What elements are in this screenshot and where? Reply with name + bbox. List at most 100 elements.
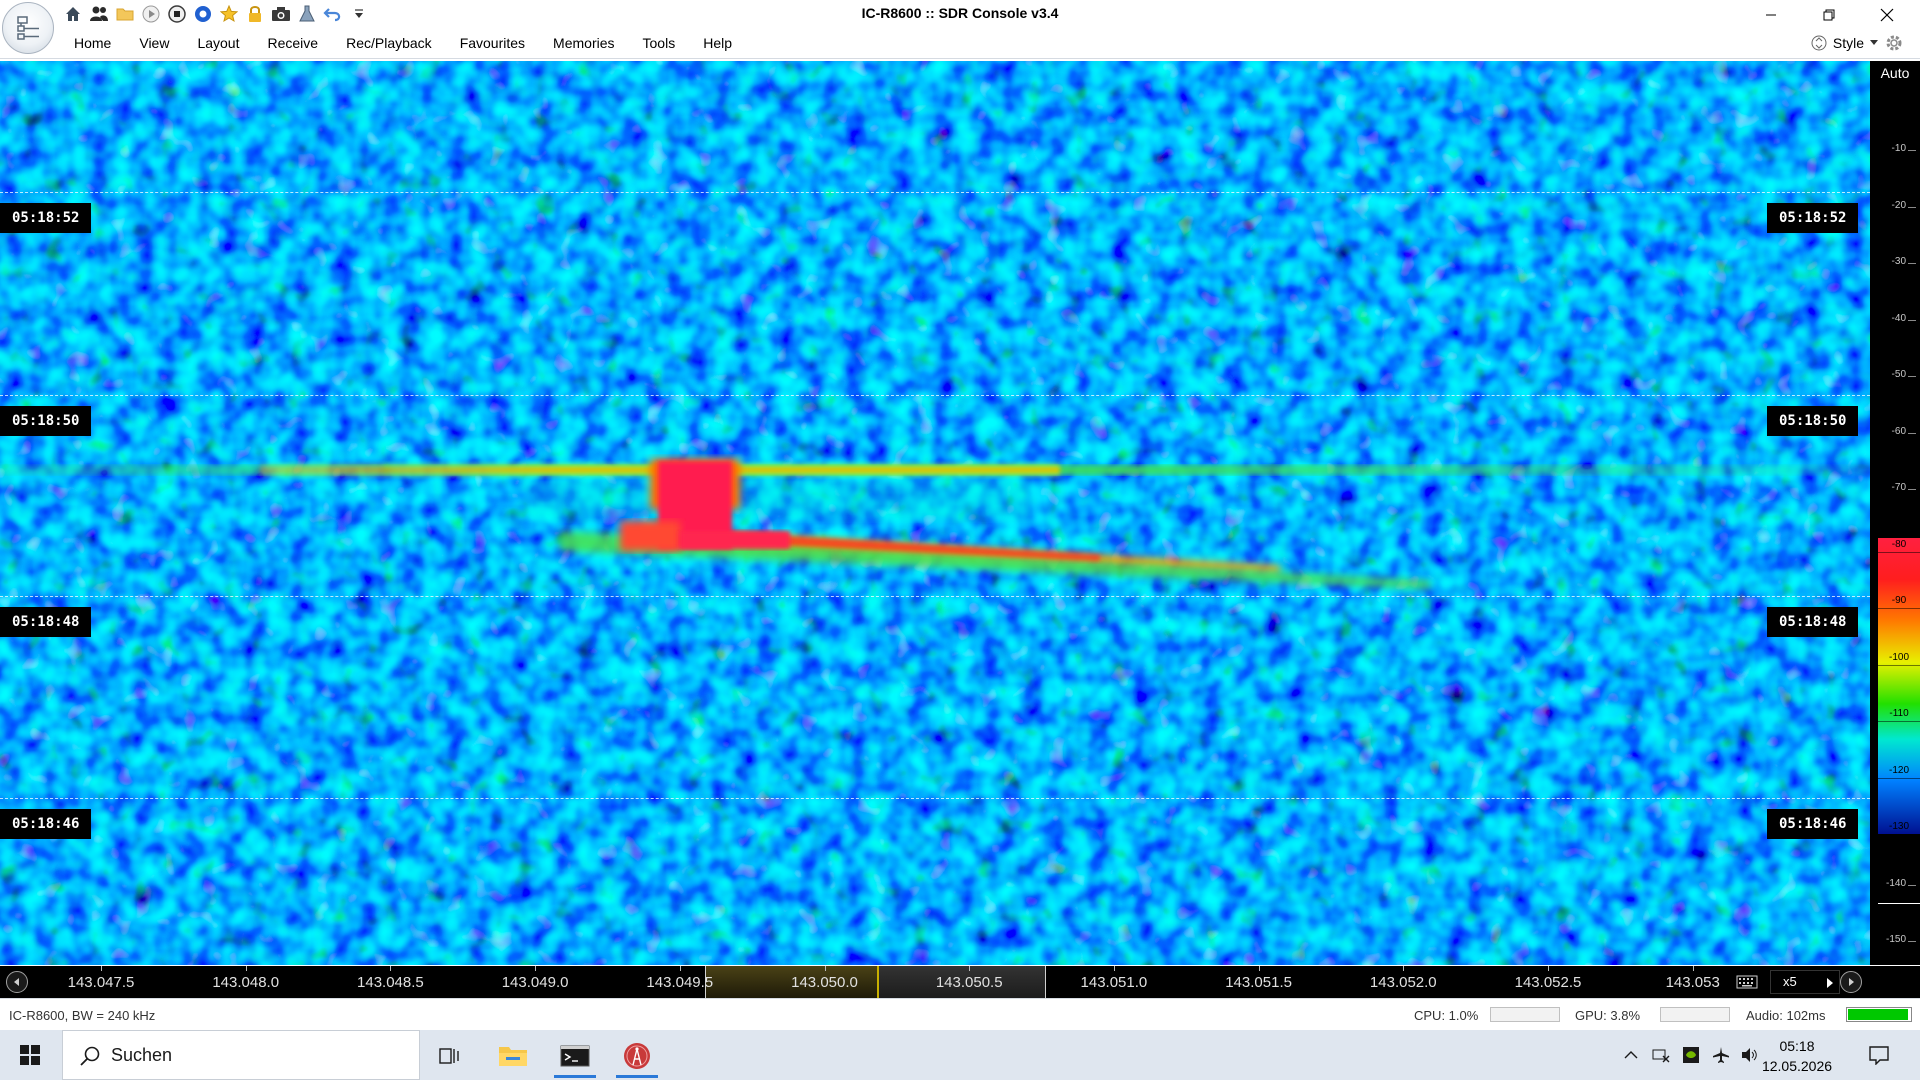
frequency-label: 143.049.5 bbox=[646, 974, 714, 991]
db-tick-label: -80 bbox=[1891, 538, 1907, 550]
time-gridline bbox=[0, 395, 1870, 396]
network-x-icon[interactable] bbox=[1650, 1044, 1672, 1066]
camera-icon[interactable] bbox=[270, 3, 291, 24]
scroll-left-button[interactable] bbox=[6, 971, 28, 993]
time-marker-right: 05:18:48 bbox=[1767, 607, 1859, 637]
waterfall-display[interactable]: 05:18:52 05:18:52 05:18:50 05:18:50 05:18:48… bbox=[0, 61, 1870, 965]
db-tick-label: -150 bbox=[1885, 934, 1906, 945]
search-icon bbox=[80, 1046, 100, 1066]
color-scale-floor-line bbox=[1878, 903, 1920, 904]
tuning-cursor[interactable] bbox=[877, 966, 879, 998]
db-tick-label: -20 bbox=[1891, 199, 1906, 211]
db-tick-label: -100 bbox=[1888, 651, 1909, 663]
dropdown-icon[interactable] bbox=[348, 3, 369, 24]
chevron-right-icon bbox=[1849, 978, 1854, 986]
system-clock[interactable]: 05:18 12.05.2026 bbox=[1752, 1036, 1842, 1076]
menu-rec-playback[interactable]: Rec/Playback bbox=[332, 29, 446, 59]
nvidia-icon[interactable] bbox=[1680, 1044, 1702, 1066]
gpu-meter bbox=[1660, 1007, 1730, 1022]
time-marker-left: 05:18:48 bbox=[0, 607, 92, 637]
device-status: IC-R8600, BW = 240 kHz bbox=[9, 1008, 156, 1023]
chevron-down-icon bbox=[1870, 40, 1878, 45]
close-button[interactable] bbox=[1864, 0, 1910, 29]
waterfall-image bbox=[0, 61, 1870, 965]
notification-icon[interactable] bbox=[1868, 1044, 1890, 1066]
folder-icon bbox=[499, 1047, 527, 1066]
start-button[interactable] bbox=[10, 1038, 50, 1072]
restore-button[interactable] bbox=[1806, 0, 1852, 29]
file-explorer-button[interactable] bbox=[488, 1034, 538, 1078]
folder-icon[interactable] bbox=[114, 3, 135, 24]
db-tick-mark bbox=[1908, 941, 1916, 942]
play-icon[interactable] bbox=[140, 3, 161, 24]
db-tick-label: -110 bbox=[1889, 708, 1909, 719]
terminal-button[interactable] bbox=[550, 1034, 600, 1078]
frequency-label: 143.049.0 bbox=[501, 974, 569, 991]
keyboard-button[interactable] bbox=[1728, 971, 1766, 993]
windows-logo-icon bbox=[20, 1045, 40, 1065]
scroll-right-button[interactable] bbox=[1840, 971, 1862, 993]
bandwidth-right-edge[interactable] bbox=[1045, 966, 1046, 998]
db-tick-mark bbox=[1908, 489, 1916, 490]
time-marker-right: 05:18:52 bbox=[1767, 203, 1859, 233]
sdr-console-button[interactable] bbox=[612, 1034, 662, 1078]
menu-bar: Home View Layout Receive Rec/Playback Favouri… bbox=[0, 29, 1920, 89]
stop-icon[interactable] bbox=[166, 3, 187, 24]
db-tick-label: -90 bbox=[1891, 595, 1907, 606]
menu-memories[interactable]: Memories bbox=[539, 29, 628, 59]
minimize-icon bbox=[1766, 14, 1776, 15]
close-icon bbox=[1880, 8, 1894, 21]
frequency-tick bbox=[245, 966, 247, 971]
style-label: Style bbox=[1832, 35, 1864, 51]
db-tick-label: -130 bbox=[1888, 821, 1909, 832]
frequency-tick bbox=[679, 966, 681, 971]
frequency-label: 143.051.5 bbox=[1225, 974, 1292, 991]
db-tick-mark bbox=[1878, 608, 1920, 609]
db-tick-mark bbox=[1908, 150, 1916, 151]
menu-help[interactable]: Help bbox=[689, 29, 746, 59]
db-tick-mark bbox=[1908, 884, 1916, 886]
taskbar-search[interactable]: Suchen bbox=[62, 1030, 420, 1080]
flask-icon[interactable] bbox=[296, 3, 317, 24]
menu-layout[interactable]: Layout bbox=[183, 29, 253, 59]
record-icon[interactable] bbox=[192, 3, 213, 24]
db-tick-mark bbox=[1878, 777, 1920, 779]
audio-level-fill bbox=[1848, 1009, 1908, 1020]
menu-home[interactable]: Home bbox=[60, 29, 125, 59]
style-menu[interactable]: Style bbox=[1811, 33, 1904, 53]
lock-icon[interactable] bbox=[244, 3, 265, 24]
menu-receive[interactable]: Receive bbox=[254, 29, 333, 59]
restore-icon bbox=[1823, 9, 1835, 20]
frequency-tick bbox=[969, 966, 971, 971]
home-icon[interactable] bbox=[62, 3, 83, 24]
menu-favourites[interactable]: Favourites bbox=[446, 29, 539, 59]
taskbar: Suchen 05:18 12.05.2026 bbox=[0, 1030, 1920, 1080]
frequency-label: 143.050.5 bbox=[935, 974, 1003, 991]
airplane-mode-icon[interactable] bbox=[1710, 1044, 1732, 1066]
frequency-tick bbox=[1548, 966, 1549, 971]
star-icon[interactable] bbox=[218, 3, 239, 24]
chevron-right-icon bbox=[1827, 978, 1833, 988]
application-menu-button[interactable] bbox=[2, 2, 54, 54]
frequency-label: 143.050.0 bbox=[791, 974, 858, 991]
cpu-meter bbox=[1490, 1007, 1560, 1022]
undo-icon[interactable] bbox=[322, 3, 343, 24]
db-tick-mark bbox=[1878, 721, 1920, 722]
task-view-button[interactable] bbox=[425, 1034, 475, 1078]
quick-access-toolbar bbox=[62, 3, 369, 24]
frequency-axis[interactable]: 143.047.5 143.048.0 143.048.5 143.049.0 143.… bbox=[0, 966, 1920, 998]
auto-scale-button[interactable]: Auto bbox=[1870, 65, 1920, 81]
db-tick-mark bbox=[1908, 319, 1916, 321]
frequency-tick bbox=[1403, 966, 1405, 971]
color-scale-bar[interactable] bbox=[1878, 538, 1920, 834]
minimize-button[interactable] bbox=[1748, 0, 1794, 29]
menu-view[interactable]: View bbox=[125, 29, 183, 59]
menu-tools[interactable]: Tools bbox=[629, 29, 690, 59]
users-icon[interactable] bbox=[88, 3, 109, 24]
chevron-left-icon bbox=[14, 978, 19, 986]
zoom-selector[interactable]: x5 bbox=[1770, 970, 1840, 994]
db-scale[interactable]: Auto -10 -20 -30 -40 -50 -60 -70 -80 -90 -100 -110… bbox=[1870, 61, 1920, 965]
tray-overflow-icon[interactable] bbox=[1620, 1044, 1642, 1066]
db-tick-mark bbox=[1878, 664, 1920, 666]
gear-icon[interactable] bbox=[1884, 33, 1904, 53]
